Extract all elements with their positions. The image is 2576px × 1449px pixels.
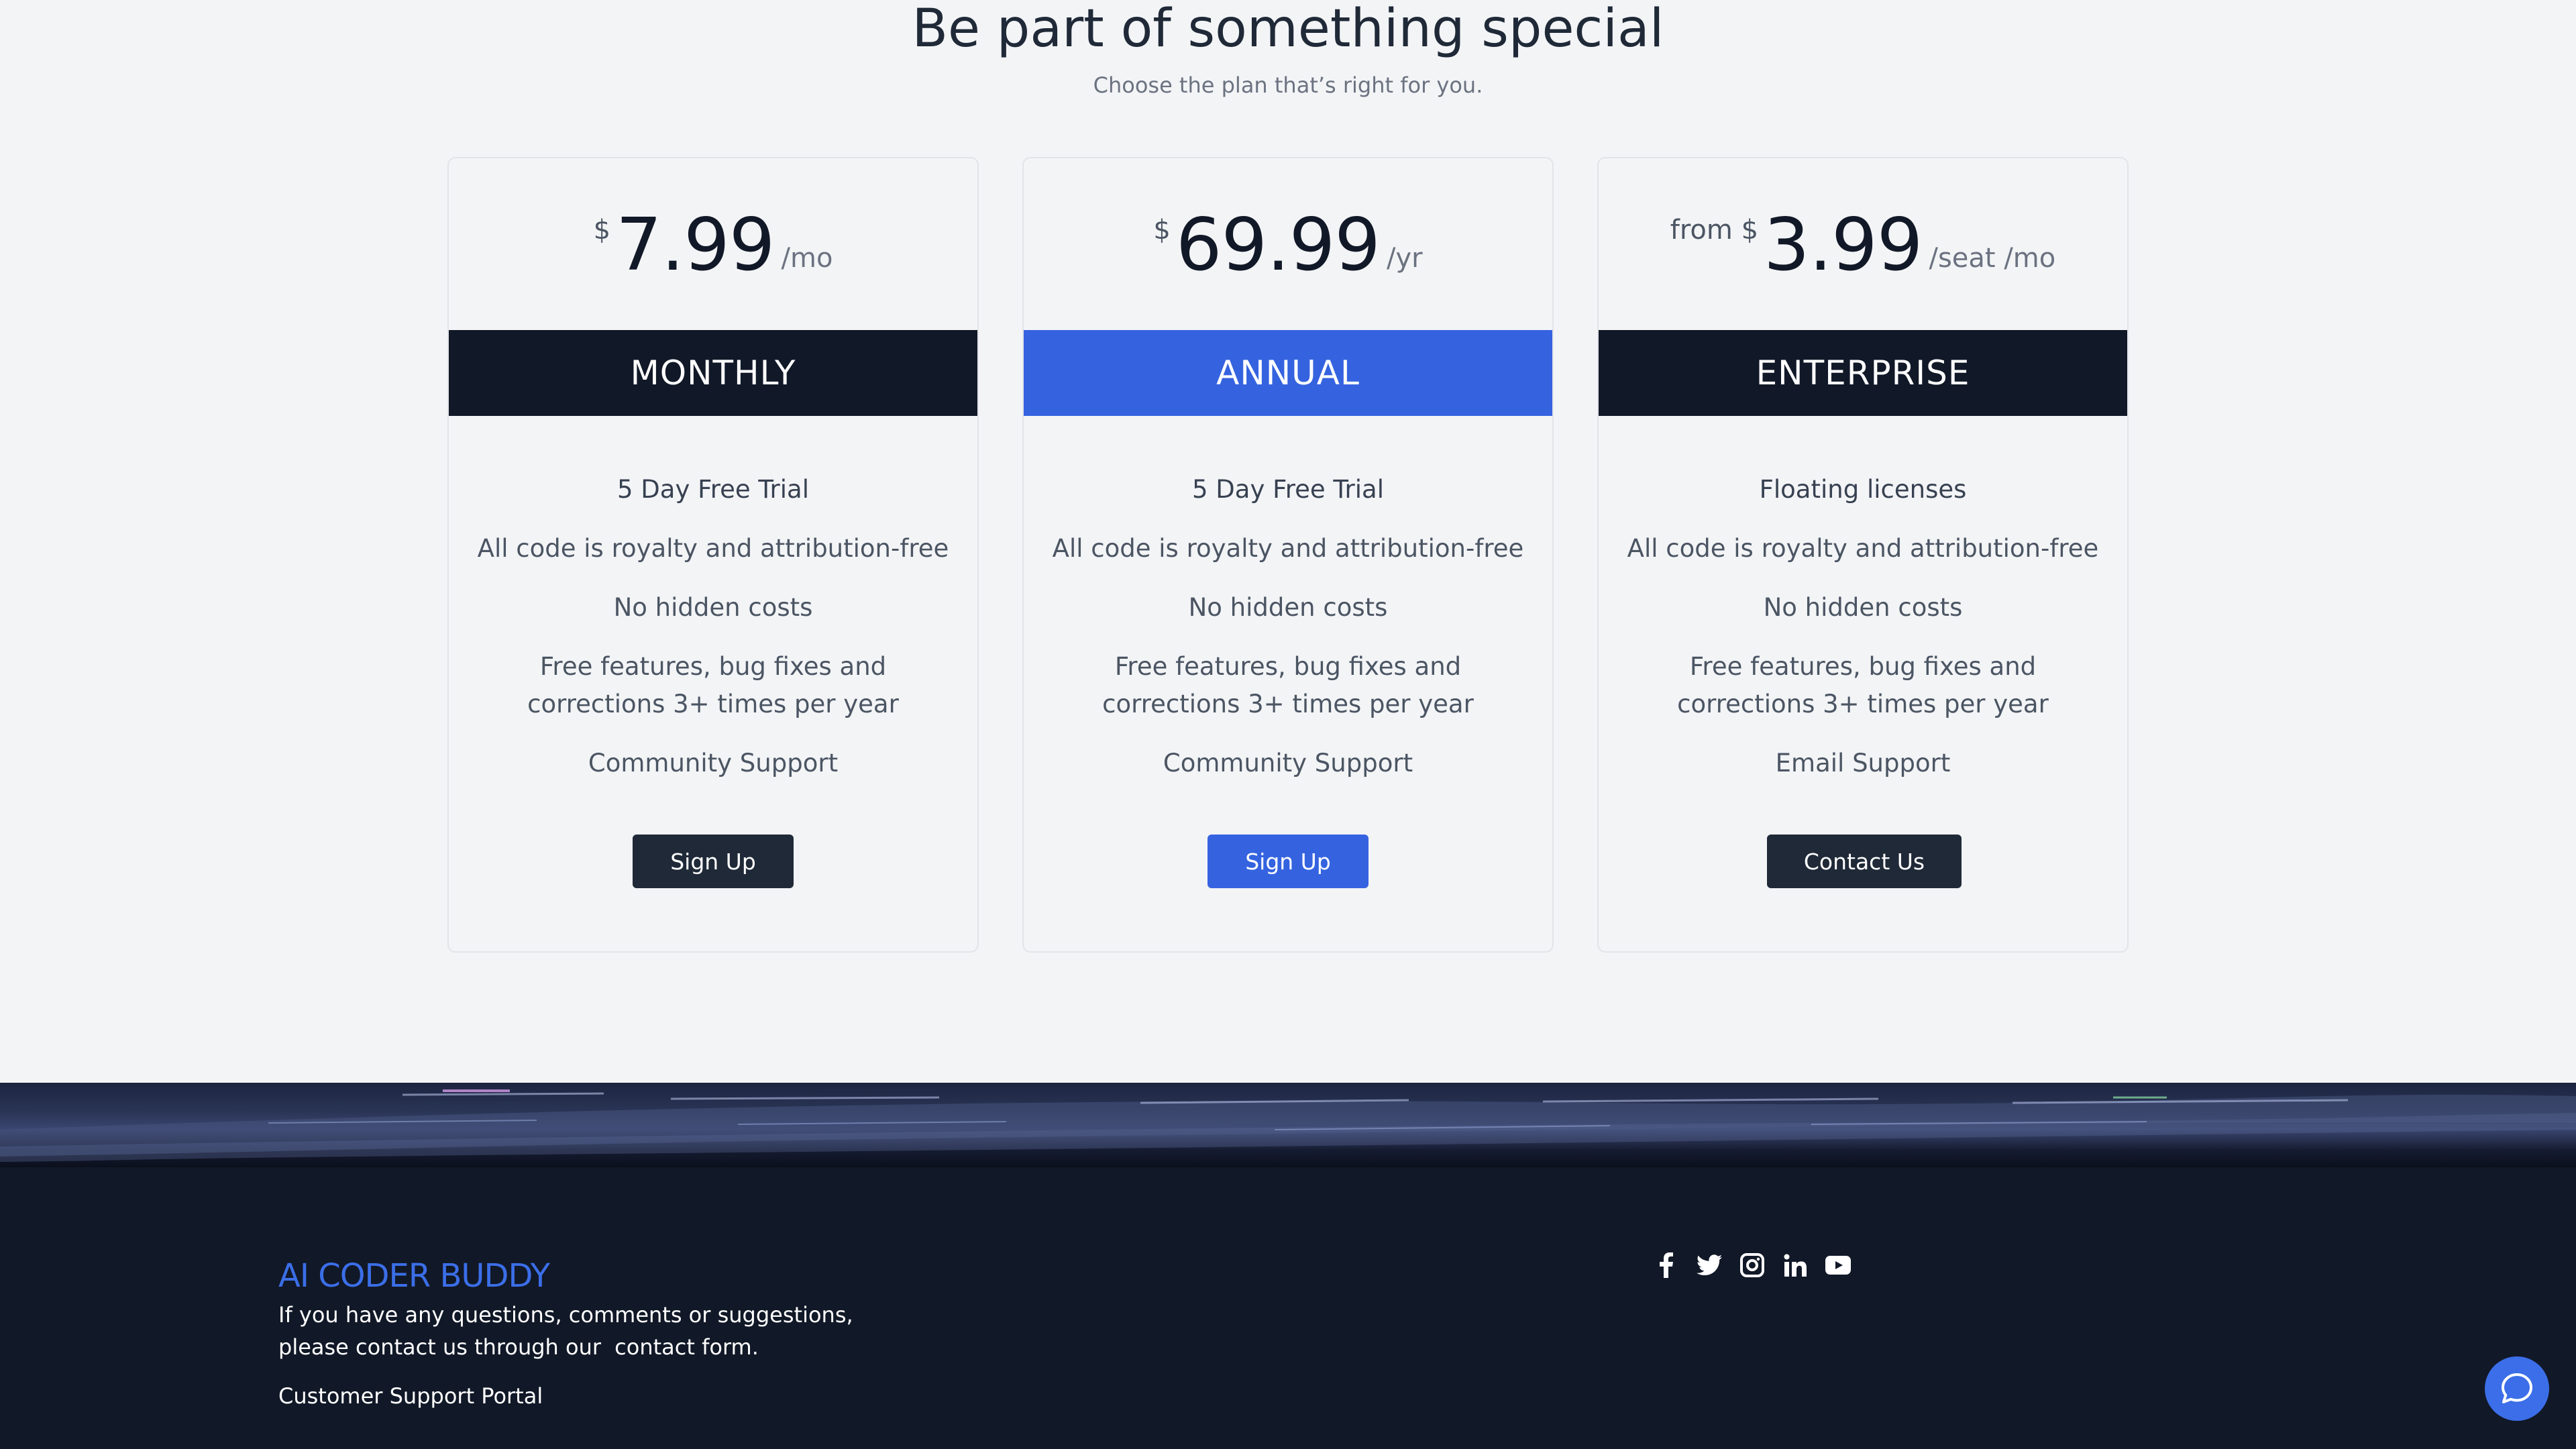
contact-us-button[interactable]: Contact Us — [1767, 835, 1962, 888]
list-item: Floating licenses — [1759, 475, 1967, 504]
list-item: No hidden costs — [1188, 593, 1388, 622]
footer-contact-text: If you have any questions, comments or s… — [278, 1299, 882, 1363]
list-item: Email Support — [1775, 749, 1951, 777]
price-currency: $ — [593, 215, 611, 246]
pricing-section: Be part of something special Choose the … — [0, 0, 2576, 1083]
youtube-icon[interactable] — [1825, 1252, 1851, 1279]
price-amount: 69.99 — [1175, 203, 1381, 287]
page-title: Be part of something special — [912, 0, 1664, 59]
sign-up-button[interactable]: Sign Up — [1208, 835, 1368, 888]
list-item: All code is royalty and attribution-free — [1052, 534, 1524, 563]
feature-list: Floating licenses All code is royalty an… — [1625, 471, 2100, 804]
list-item: Community Support — [1163, 749, 1413, 777]
decorative-wave-image — [0, 1089, 2576, 1162]
footer-brand: AI CODER BUDDY — [278, 1257, 550, 1295]
sign-up-button[interactable]: Sign Up — [633, 835, 794, 888]
plan-card-annual: $ 69.99 /yr ANNUAL 5 Day Free Trial All … — [1022, 157, 1554, 953]
plan-name: ENTERPRISE — [1599, 330, 2127, 416]
social-links — [1653, 1250, 1851, 1280]
contact-form-link[interactable]: contact form. — [614, 1334, 759, 1360]
plan-price: from $ 3.99 /seat /mo — [1599, 205, 2127, 286]
contact-text: If you have any questions, comments or s… — [278, 1302, 853, 1360]
plan-name: ANNUAL — [1024, 330, 1552, 416]
feature-list: 5 Day Free Trial All code is royalty and… — [1051, 471, 1525, 804]
pricing-plans: $ 7.99 /mo MONTHLY 5 Day Free Trial All … — [447, 157, 2129, 953]
list-item: Free features, bug fixes and corrections… — [1102, 652, 1474, 718]
price-period: /mo — [781, 243, 833, 274]
decorative-banner — [0, 1083, 2576, 1167]
list-item: No hidden costs — [613, 593, 813, 622]
price-period: /yr — [1387, 243, 1423, 274]
list-item: Free features, bug fixes and corrections… — [527, 652, 899, 718]
plan-card-enterprise: from $ 3.99 /seat /mo ENTERPRISE Floatin… — [1597, 157, 2129, 953]
price-currency: from $ — [1670, 215, 1759, 246]
list-item: All code is royalty and attribution-free — [1627, 534, 2099, 563]
customer-support-link[interactable]: Customer Support Portal — [278, 1383, 543, 1409]
plan-price: $ 69.99 /yr — [1024, 205, 1552, 286]
price-period: /seat /mo — [1929, 243, 2056, 274]
list-item: 5 Day Free Trial — [616, 475, 809, 504]
feature-list: 5 Day Free Trial All code is royalty and… — [476, 471, 951, 804]
plan-name: MONTHLY — [449, 330, 977, 416]
twitter-icon[interactable] — [1696, 1252, 1723, 1279]
price-currency: $ — [1153, 215, 1171, 246]
plan-card-monthly: $ 7.99 /mo MONTHLY 5 Day Free Trial All … — [447, 157, 979, 953]
list-item: Free features, bug fixes and corrections… — [1677, 652, 2049, 718]
list-item: Community Support — [588, 749, 839, 777]
chat-bubble-icon — [2502, 1373, 2532, 1403]
list-item: 5 Day Free Trial — [1191, 475, 1384, 504]
footer: AI CODER BUDDY If you have any questions… — [0, 1167, 2576, 1449]
facebook-icon[interactable] — [1653, 1252, 1680, 1279]
chat-button[interactable] — [2485, 1356, 2549, 1421]
plan-price: $ 7.99 /mo — [449, 205, 977, 286]
instagram-icon[interactable] — [1739, 1252, 1766, 1279]
list-item: All code is royalty and attribution-free — [477, 534, 949, 563]
price-amount: 3.99 — [1764, 203, 1923, 287]
list-item: No hidden costs — [1763, 593, 1963, 622]
page-subtitle: Choose the plan that’s right for you. — [1093, 72, 1483, 98]
linkedin-icon[interactable] — [1782, 1252, 1809, 1279]
price-amount: 7.99 — [616, 203, 775, 287]
